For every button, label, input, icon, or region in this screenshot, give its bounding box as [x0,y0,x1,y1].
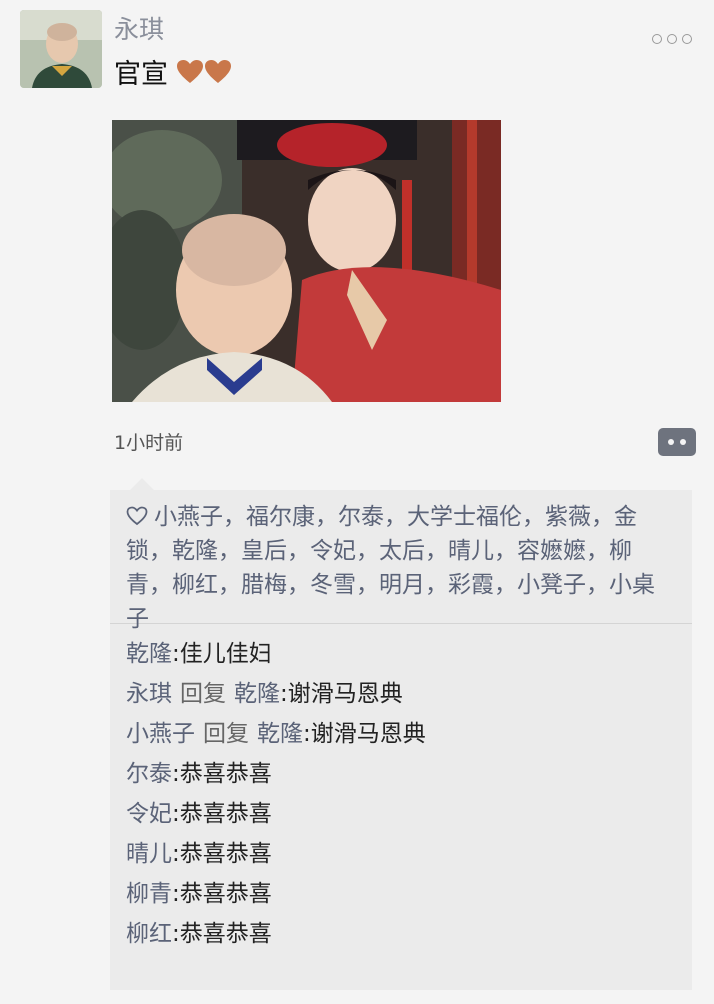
post-content: 官宣 [114,52,232,91]
comment-text: 恭喜恭喜 [179,841,272,867]
post-timestamp: 1小时前 [114,432,184,454]
commenter-name[interactable]: 小燕子 [126,721,195,747]
comment-text: 恭喜恭喜 [179,801,272,827]
commenter-name[interactable]: 柳青 [126,881,172,907]
comment-text: 谢滑马恩典 [287,681,403,707]
avatar[interactable] [20,10,102,88]
comment-separator: : [172,761,180,787]
photo-image [112,120,501,402]
commenter-name[interactable]: 永琪 [126,681,172,707]
comment-separator: : [303,721,311,747]
commenter-name[interactable]: 乾隆 [126,641,172,667]
comment-text: 恭喜恭喜 [179,761,272,787]
comment-separator: : [280,681,288,707]
avatar-image [20,10,102,88]
comment-separator: : [172,841,180,867]
comment-text: 恭喜恭喜 [179,921,272,947]
heart-emoji-icon [205,59,231,83]
reply-to-name[interactable]: 乾隆 [257,721,303,747]
comment-item[interactable]: 柳红:恭喜恭喜 [126,914,676,954]
comment-item[interactable]: 尔泰:恭喜恭喜 [126,754,676,794]
comment-item[interactable]: 晴儿:恭喜恭喜 [126,834,676,874]
author-name[interactable]: 永琪 [114,10,164,46]
comment-item[interactable]: 令妃:恭喜恭喜 [126,794,676,834]
comment-separator: : [172,921,180,947]
comment-separator: : [172,801,180,827]
commenter-name[interactable]: 柳红 [126,921,172,947]
comment-item[interactable]: 小燕子 回复 乾隆:谢滑马恩典 [126,714,676,754]
post-text: 官宣 [114,59,168,90]
likes-names[interactable]: 小燕子，福尔康，尔泰，大学士福伦，紫薇，金锁，乾隆，皇后，令妃，太后，晴儿，容嬷… [126,504,655,632]
comment-item[interactable]: 永琪 回复 乾隆:谢滑马恩典 [126,674,676,714]
more-dots-icon[interactable] [652,34,692,44]
comment-separator: : [172,881,180,907]
comment-text: 恭喜恭喜 [179,881,272,907]
reply-to-name[interactable]: 乾隆 [234,681,280,707]
likes-list: 小燕子，福尔康，尔泰，大学士福伦，紫薇，金锁，乾隆，皇后，令妃，太后，晴儿，容嬷… [110,490,692,632]
heart-outline-icon [126,506,148,526]
hearts-emoji [176,59,232,85]
commenter-name[interactable]: 晴儿 [126,841,172,867]
commenter-name[interactable]: 尔泰 [126,761,172,787]
comment-icon[interactable] [658,428,696,456]
post-photo[interactable] [112,120,501,402]
comment-item[interactable]: 柳青:恭喜恭喜 [126,874,676,914]
comment-separator: : [172,641,180,667]
heart-emoji-icon [177,59,203,83]
comment-text: 谢滑马恩典 [310,721,426,747]
interaction-panel: 小燕子，福尔康，尔泰，大学士福伦，紫薇，金锁，乾隆，皇后，令妃，太后，晴儿，容嬷… [110,478,692,990]
reply-label: 回复 [203,721,249,747]
comments-list: 乾隆:佳儿佳妇 永琪 回复 乾隆:谢滑马恩典 小燕子 回复 乾隆:谢滑马恩典 尔泰:恭喜… [110,624,692,954]
comment-text: 佳儿佳妇 [179,641,272,667]
reply-label: 回复 [180,681,226,707]
comment-item[interactable]: 乾隆:佳儿佳妇 [126,634,676,674]
commenter-name[interactable]: 令妃 [126,801,172,827]
